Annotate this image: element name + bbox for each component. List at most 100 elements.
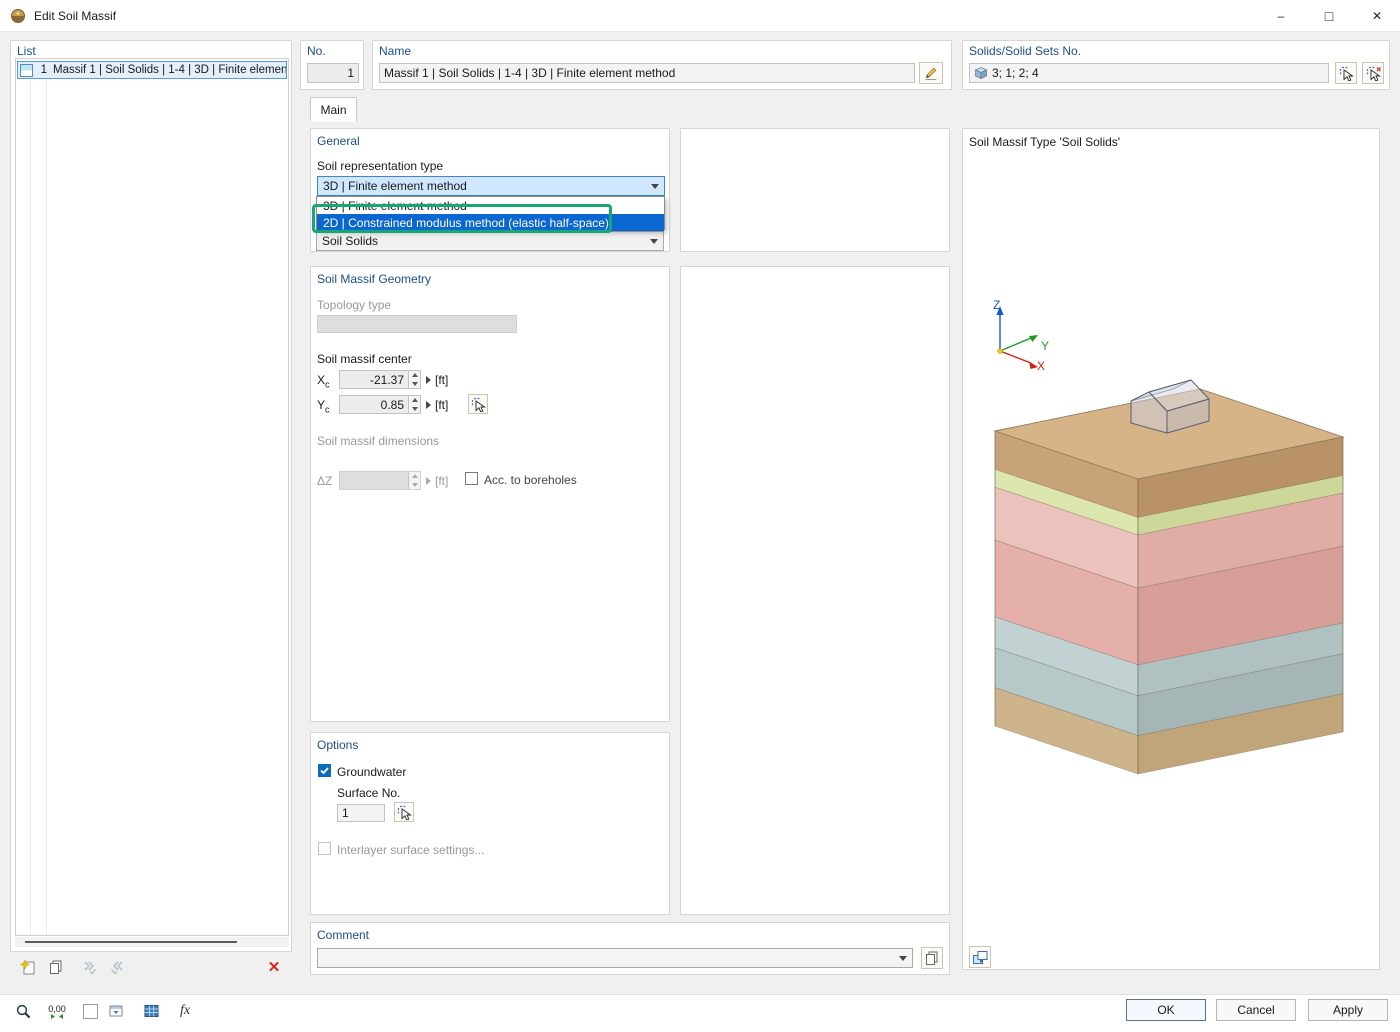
pencil-icon bbox=[923, 65, 939, 81]
general-title: General bbox=[317, 134, 360, 148]
window-arrow-icon bbox=[108, 1003, 124, 1019]
ok-button[interactable]: OK bbox=[1126, 999, 1206, 1021]
yc-spinner[interactable] bbox=[408, 396, 420, 413]
list-column-divider bbox=[46, 59, 47, 935]
name-label: Name bbox=[379, 44, 411, 58]
edit-soil-massif-dialog: { "window": {"title": "Edit Soil Massif"… bbox=[0, 0, 1400, 1032]
geometry-title: Soil Massif Geometry bbox=[317, 272, 431, 286]
show-table-button[interactable] bbox=[140, 1000, 162, 1022]
apply-button[interactable]: Apply bbox=[1308, 999, 1388, 1021]
yc-label: Yc bbox=[317, 398, 330, 414]
chevron-down-icon bbox=[651, 184, 659, 189]
list-horizontal-scrollbar[interactable] bbox=[15, 937, 289, 947]
yc-detail-button[interactable] bbox=[423, 395, 434, 414]
select-solids-button[interactable] bbox=[1335, 62, 1357, 84]
solids-field[interactable]: 3; 1; 2; 4 bbox=[969, 63, 1329, 83]
xc-spinner[interactable] bbox=[408, 371, 420, 388]
preview-display-options-button[interactable] bbox=[969, 946, 991, 968]
dropdown-option-2d-constrained-modulus[interactable]: 2D | Constrained modulus method (elastic… bbox=[317, 214, 664, 231]
tab-main[interactable]: Main bbox=[310, 97, 357, 122]
list-item-massif-1[interactable]: 1 Massif 1 | Soil Solids | 1-4 | 3D | Fi… bbox=[17, 61, 287, 79]
new-massif-button[interactable] bbox=[16, 956, 38, 978]
scrollbar-thumb[interactable] bbox=[25, 941, 237, 943]
triangle-right-icon bbox=[426, 376, 431, 384]
groundwater-checkbox[interactable] bbox=[318, 764, 331, 777]
pick-arrow-icon bbox=[471, 397, 486, 412]
soil-representation-label: Soil representation type bbox=[317, 159, 443, 173]
no-label: No. bbox=[307, 44, 326, 58]
soil-massif-type-combo[interactable]: Soil Solids bbox=[316, 231, 664, 251]
formula-button[interactable]: fx bbox=[174, 1000, 196, 1022]
yc-value: 0.85 bbox=[381, 398, 404, 412]
layers-icon bbox=[972, 950, 988, 965]
find-object-button[interactable] bbox=[12, 1000, 34, 1022]
minimize-button[interactable]: – bbox=[1258, 0, 1304, 31]
xc-unit: [ft] bbox=[435, 373, 448, 387]
comment-combo[interactable] bbox=[317, 948, 913, 968]
decimal-places-icon: 0,00 bbox=[48, 1004, 66, 1014]
close-button[interactable]: ✕ bbox=[1354, 0, 1400, 31]
name-group: Name Massif 1 | Soil Solids | 1-4 | 3D |… bbox=[372, 40, 952, 90]
soil-massif-center-label: Soil massif center bbox=[317, 352, 412, 366]
decimal-places-button[interactable]: 0,00 bbox=[46, 1000, 68, 1022]
check-icon bbox=[319, 765, 330, 776]
list-item-number: 1 bbox=[34, 64, 47, 76]
solids-group: Solids/Solid Sets No. 3; 1; 2; 4 bbox=[962, 40, 1390, 90]
no-group: No. 1 bbox=[300, 40, 364, 90]
assign-all-button[interactable] bbox=[107, 956, 129, 978]
preview-panel: Soil Massif Type 'Soil Solids' Z Y X bbox=[962, 128, 1380, 970]
copy-comment-button[interactable] bbox=[921, 947, 943, 969]
comment-panel: Comment bbox=[310, 922, 950, 975]
soil-massif-3d-preview[interactable]: Z Y X bbox=[963, 129, 1379, 969]
pick-arrow-icon bbox=[1339, 66, 1354, 81]
pick-surface-button[interactable] bbox=[394, 802, 414, 822]
pick-arrow-alt-icon bbox=[1366, 66, 1381, 81]
chevron-down-icon bbox=[650, 239, 658, 244]
comment-title: Comment bbox=[317, 928, 369, 942]
edit-name-button[interactable] bbox=[919, 62, 943, 84]
xc-detail-button[interactable] bbox=[423, 370, 434, 389]
assign-to-selected-button[interactable] bbox=[78, 956, 100, 978]
green-arrows-icon bbox=[49, 1014, 65, 1019]
copy-icon bbox=[924, 950, 940, 966]
massif-list[interactable]: 1 Massif 1 | Soil Solids | 1-4 | 3D | Fi… bbox=[15, 58, 289, 936]
soil-representation-dropdown: 3D | Finite element method 2D | Constrai… bbox=[316, 196, 665, 230]
soil-massif-dimensions-label: Soil massif dimensions bbox=[317, 434, 439, 448]
solids-label: Solids/Solid Sets No. bbox=[969, 44, 1081, 58]
soil-massif-item-icon bbox=[20, 64, 33, 77]
name-field[interactable]: Massif 1 | Soil Solids | 1-4 | 3D | Fini… bbox=[379, 63, 915, 83]
solids-value: 3; 1; 2; 4 bbox=[992, 66, 1039, 80]
apply-view-button[interactable] bbox=[105, 1000, 127, 1022]
pick-center-button[interactable] bbox=[468, 394, 488, 414]
soil-representation-value: 3D | Finite element method bbox=[323, 179, 467, 193]
acc-to-boreholes-checkbox[interactable] bbox=[465, 472, 478, 485]
groundwater-label: Groundwater bbox=[337, 765, 406, 779]
acc-to-boreholes-label: Acc. to boreholes bbox=[484, 473, 577, 487]
surface-no-label: Surface No. bbox=[337, 786, 400, 800]
maximize-button[interactable]: □ bbox=[1306, 0, 1352, 31]
table-icon bbox=[143, 1003, 160, 1019]
dz-spinner bbox=[408, 472, 420, 489]
copy-massif-button[interactable] bbox=[45, 956, 67, 978]
dropdown-option-3d-fem[interactable]: 3D | Finite element method bbox=[317, 197, 664, 214]
options-title: Options bbox=[317, 738, 358, 752]
display-background-button[interactable] bbox=[79, 1000, 101, 1022]
no-field: 1 bbox=[307, 63, 359, 83]
interlayer-surface-checkbox[interactable] bbox=[318, 842, 331, 855]
delete-massif-button[interactable]: ✕ bbox=[263, 956, 285, 978]
aux-panel-bottom bbox=[680, 266, 950, 915]
aux-panel-top bbox=[680, 128, 950, 252]
cancel-button[interactable]: Cancel bbox=[1216, 999, 1296, 1021]
axis-x-label: X bbox=[1037, 359, 1045, 373]
window-title: Edit Soil Massif bbox=[34, 9, 116, 23]
axis-z-label: Z bbox=[993, 298, 1000, 312]
soil-block bbox=[995, 389, 1343, 774]
list-panel: List 1 Massif 1 | Soil Solids | 1-4 | 3D… bbox=[10, 40, 292, 952]
surface-no-field[interactable]: 1 bbox=[337, 804, 385, 822]
reselect-solids-button[interactable] bbox=[1362, 62, 1384, 84]
xc-label: Xc bbox=[317, 373, 330, 389]
xc-field[interactable]: -21.37 bbox=[339, 370, 421, 389]
soil-representation-combo[interactable]: 3D | Finite element method bbox=[317, 176, 665, 196]
yc-field[interactable]: 0.85 bbox=[339, 395, 421, 414]
magnifier-icon bbox=[15, 1003, 32, 1020]
